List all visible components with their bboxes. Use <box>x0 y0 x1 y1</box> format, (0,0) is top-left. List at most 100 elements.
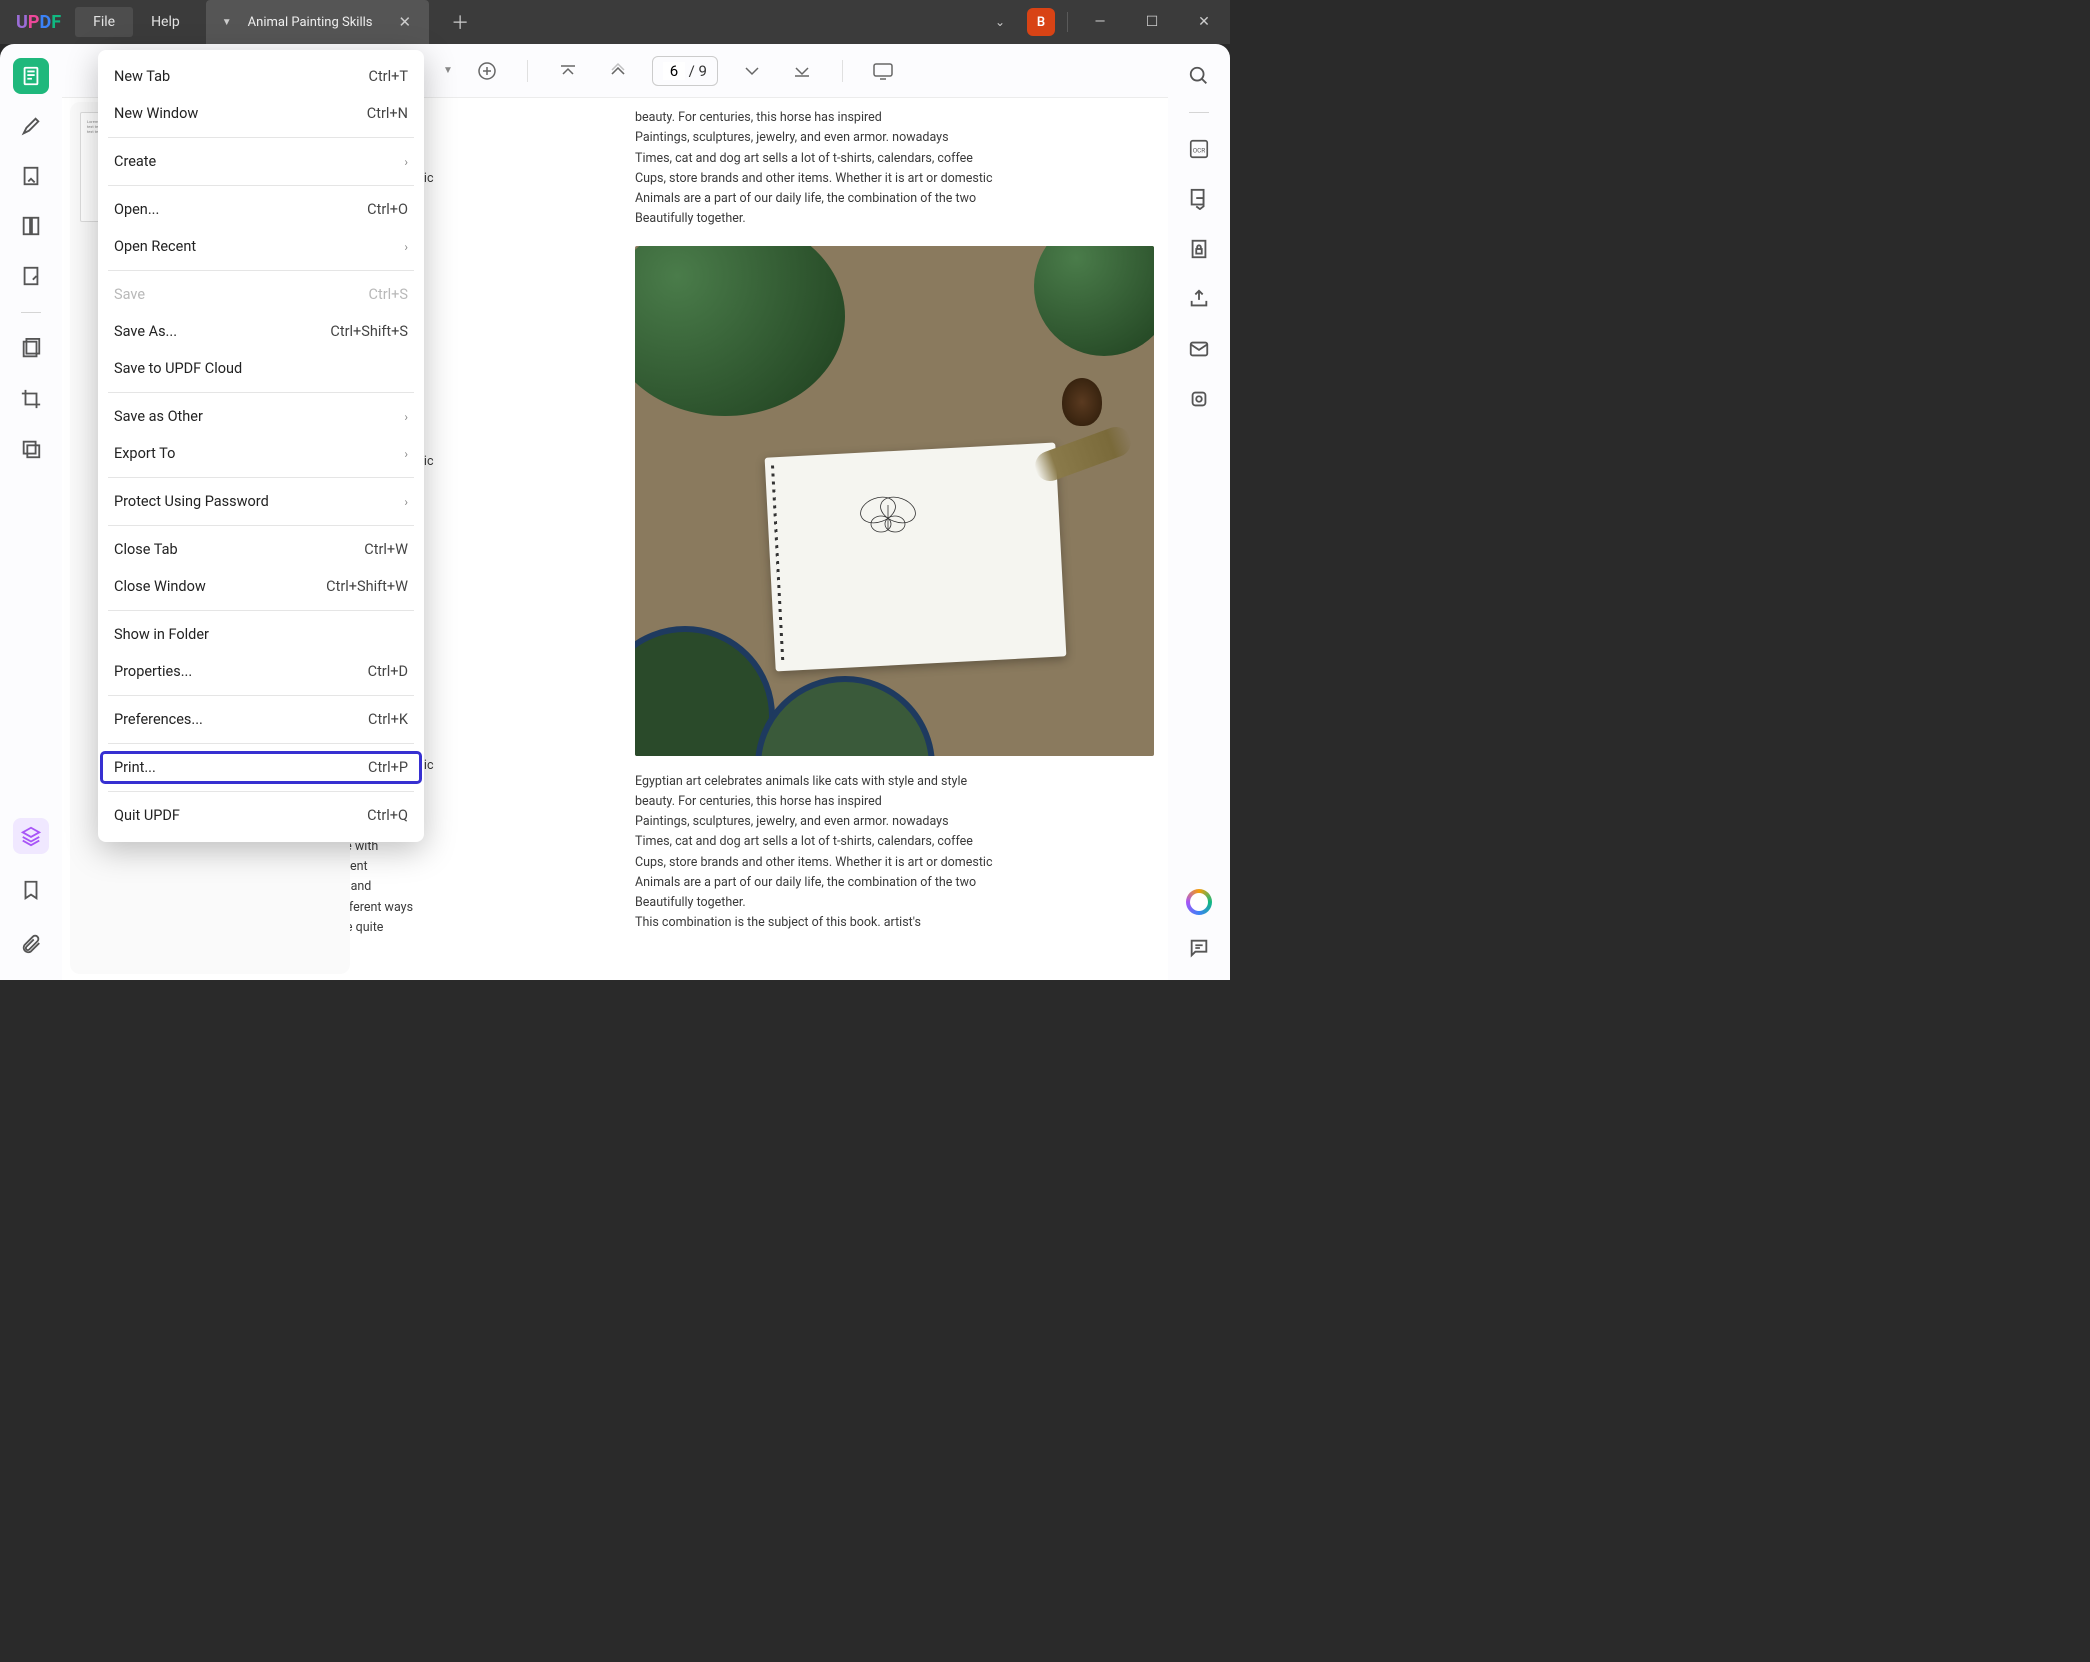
menu-item-preferences[interactable]: Preferences...Ctrl+K <box>98 701 424 738</box>
menu-item-export-to[interactable]: Export To › <box>98 435 424 472</box>
protect-icon[interactable] <box>1185 235 1213 263</box>
crop-tool[interactable] <box>13 381 49 417</box>
page-column-right: beauty. For centuries, this horse has in… <box>635 108 1154 970</box>
ai-icon[interactable] <box>1185 888 1213 916</box>
chevron-down-icon: ▼ <box>222 17 232 28</box>
separator <box>1189 112 1209 113</box>
menu-item-print[interactable]: Print... Ctrl+P <box>98 749 424 786</box>
menu-item-protect-using-password[interactable]: Protect Using Password› <box>98 483 424 520</box>
menu-shortcut: Ctrl+P <box>368 759 408 776</box>
close-button[interactable]: ✕ <box>1184 2 1224 42</box>
menu-shortcut: Ctrl+S <box>369 286 408 303</box>
first-page-button[interactable] <box>552 55 584 87</box>
chevron-right-icon: › <box>404 495 408 509</box>
menu-item-save-to-updf-cloud[interactable]: Save to UPDF Cloud <box>98 350 424 387</box>
menu-item-label: New Window <box>114 105 198 122</box>
layers-tool[interactable] <box>13 818 49 854</box>
right-toolbar: OCR <box>1168 44 1230 980</box>
title-bar: UPDF File Help ▼ Animal Painting Skills … <box>0 0 1230 44</box>
menu-item-close-tab[interactable]: Close TabCtrl+W <box>98 531 424 568</box>
flatten-icon[interactable] <box>1185 385 1213 413</box>
document-tab[interactable]: ▼ Animal Painting Skills ✕ <box>206 0 429 44</box>
svg-text:OCR: OCR <box>1193 147 1206 155</box>
menu-item-label: Export To <box>114 445 175 462</box>
menu-item-show-in-folder[interactable]: Show in Folder <box>98 616 424 653</box>
prev-page-button[interactable] <box>602 55 634 87</box>
menu-separator <box>108 695 414 696</box>
minimize-button[interactable]: — <box>1080 2 1120 42</box>
menu-item-properties[interactable]: Properties...Ctrl+D <box>98 653 424 690</box>
menu-shortcut: Ctrl+Shift+S <box>330 323 408 340</box>
separator <box>21 312 41 313</box>
edit-tool[interactable] <box>13 158 49 194</box>
maximize-button[interactable]: ☐ <box>1132 2 1172 42</box>
menu-item-save-as[interactable]: Save As...Ctrl+Shift+S <box>98 313 424 350</box>
page-tool[interactable] <box>13 208 49 244</box>
chevron-right-icon: › <box>404 410 408 424</box>
menu-item-new-tab[interactable]: New TabCtrl+T <box>98 58 424 95</box>
menu-shortcut: Ctrl+Q <box>367 807 408 824</box>
page-indicator[interactable]: / 9 <box>652 56 718 86</box>
menu-shortcut: Ctrl+Shift+W <box>326 578 408 595</box>
menu-item-label: Close Tab <box>114 541 178 558</box>
window-controls: ⌄ B — ☐ ✕ <box>985 2 1224 42</box>
redact-tool[interactable] <box>13 431 49 467</box>
chevron-right-icon: › <box>404 155 408 169</box>
page-input[interactable] <box>663 62 685 80</box>
menu-separator <box>108 137 414 138</box>
menu-separator <box>108 610 414 611</box>
menu-separator <box>108 270 414 271</box>
menu-item-label: Open... <box>114 201 159 218</box>
organise-tool[interactable] <box>13 331 49 367</box>
menu-item-close-window[interactable]: Close Window Ctrl+Shift+W <box>98 568 424 605</box>
menu-item-label: Save as Other <box>114 408 203 425</box>
form-tool[interactable] <box>13 258 49 294</box>
bookmark-tool[interactable] <box>13 872 49 908</box>
menu-item-label: Print... <box>114 759 156 776</box>
separator <box>1067 12 1068 32</box>
mail-icon[interactable] <box>1185 335 1213 363</box>
file-menu-dropdown: New TabCtrl+T New Window Ctrl+N Create › Open… <box>98 50 424 842</box>
menu-item-label: Save to UPDF Cloud <box>114 360 242 377</box>
menu-item-save-as-other[interactable]: Save as Other › <box>98 398 424 435</box>
menu-item-save: Save Ctrl+S <box>98 276 424 313</box>
zoom-in-button[interactable] <box>471 55 503 87</box>
menu-shortcut: Ctrl+K <box>368 711 408 728</box>
dropdown-icon[interactable]: ⌄ <box>985 9 1015 35</box>
menu-item-label: Save <box>114 286 145 303</box>
menu-file[interactable]: File <box>75 7 133 37</box>
next-page-button[interactable] <box>736 55 768 87</box>
comment-tool[interactable] <box>13 108 49 144</box>
separator <box>527 60 528 82</box>
menu-shortcut: Ctrl+T <box>369 68 409 85</box>
menu-item-label: Create <box>114 153 156 170</box>
zexp-icon[interactable]: ▼ <box>443 65 453 76</box>
menu-shortcut: Ctrl+D <box>368 663 408 680</box>
reader-tool[interactable] <box>13 58 49 94</box>
chevron-right-icon: › <box>404 447 408 461</box>
app-logo: UPDF <box>16 12 61 33</box>
separator <box>842 60 843 82</box>
new-tab-button[interactable]: ＋ <box>443 5 477 39</box>
menu-separator <box>108 743 414 744</box>
search-icon[interactable] <box>1185 62 1213 90</box>
menu-item-open-recent[interactable]: Open Recent› <box>98 228 424 265</box>
share-icon[interactable] <box>1185 285 1213 313</box>
menu-item-create[interactable]: Create › <box>98 143 424 180</box>
ocr-icon[interactable]: OCR <box>1185 135 1213 163</box>
menu-help[interactable]: Help <box>133 7 198 37</box>
close-icon[interactable]: ✕ <box>391 9 420 35</box>
convert-icon[interactable] <box>1185 185 1213 213</box>
menu-separator <box>108 791 414 792</box>
attachment-tool[interactable] <box>13 926 49 962</box>
menu-shortcut: Ctrl+N <box>367 105 408 122</box>
last-page-button[interactable] <box>786 55 818 87</box>
menu-item-open[interactable]: Open...Ctrl+O <box>98 191 424 228</box>
menu-item-label: Close Window <box>114 578 206 595</box>
menu-item-quit-updf[interactable]: Quit UPDFCtrl+Q <box>98 797 424 834</box>
presentation-button[interactable] <box>867 55 899 87</box>
document-image <box>635 246 1154 756</box>
avatar[interactable]: B <box>1027 8 1055 36</box>
chat-icon[interactable] <box>1185 934 1213 962</box>
menu-item-new-window[interactable]: New Window Ctrl+N <box>98 95 424 132</box>
